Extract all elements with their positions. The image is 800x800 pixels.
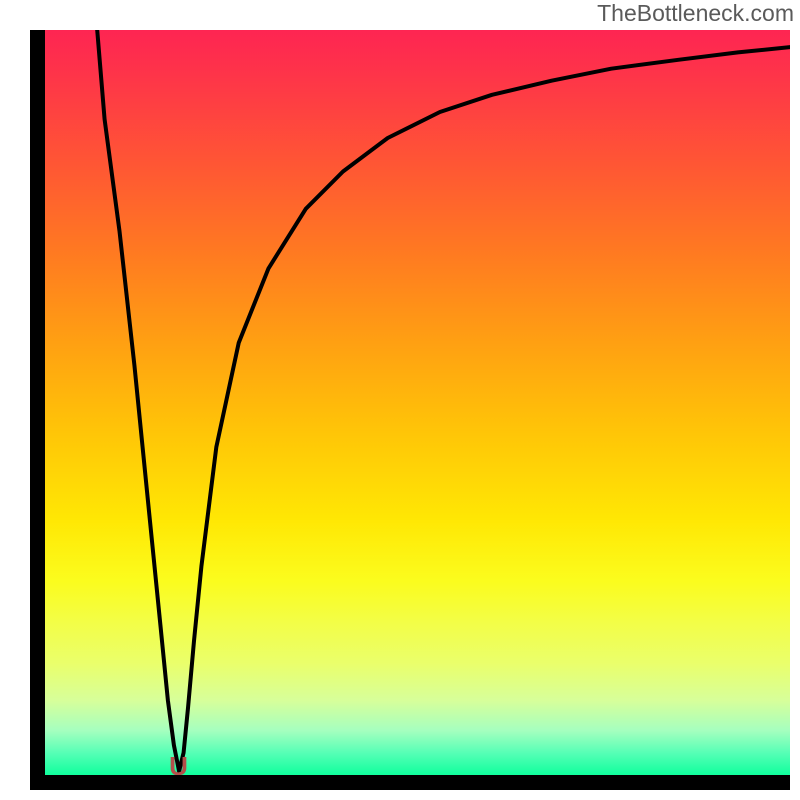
watermark-text: TheBottleneck.com (597, 0, 794, 27)
chart-axes (30, 30, 790, 790)
